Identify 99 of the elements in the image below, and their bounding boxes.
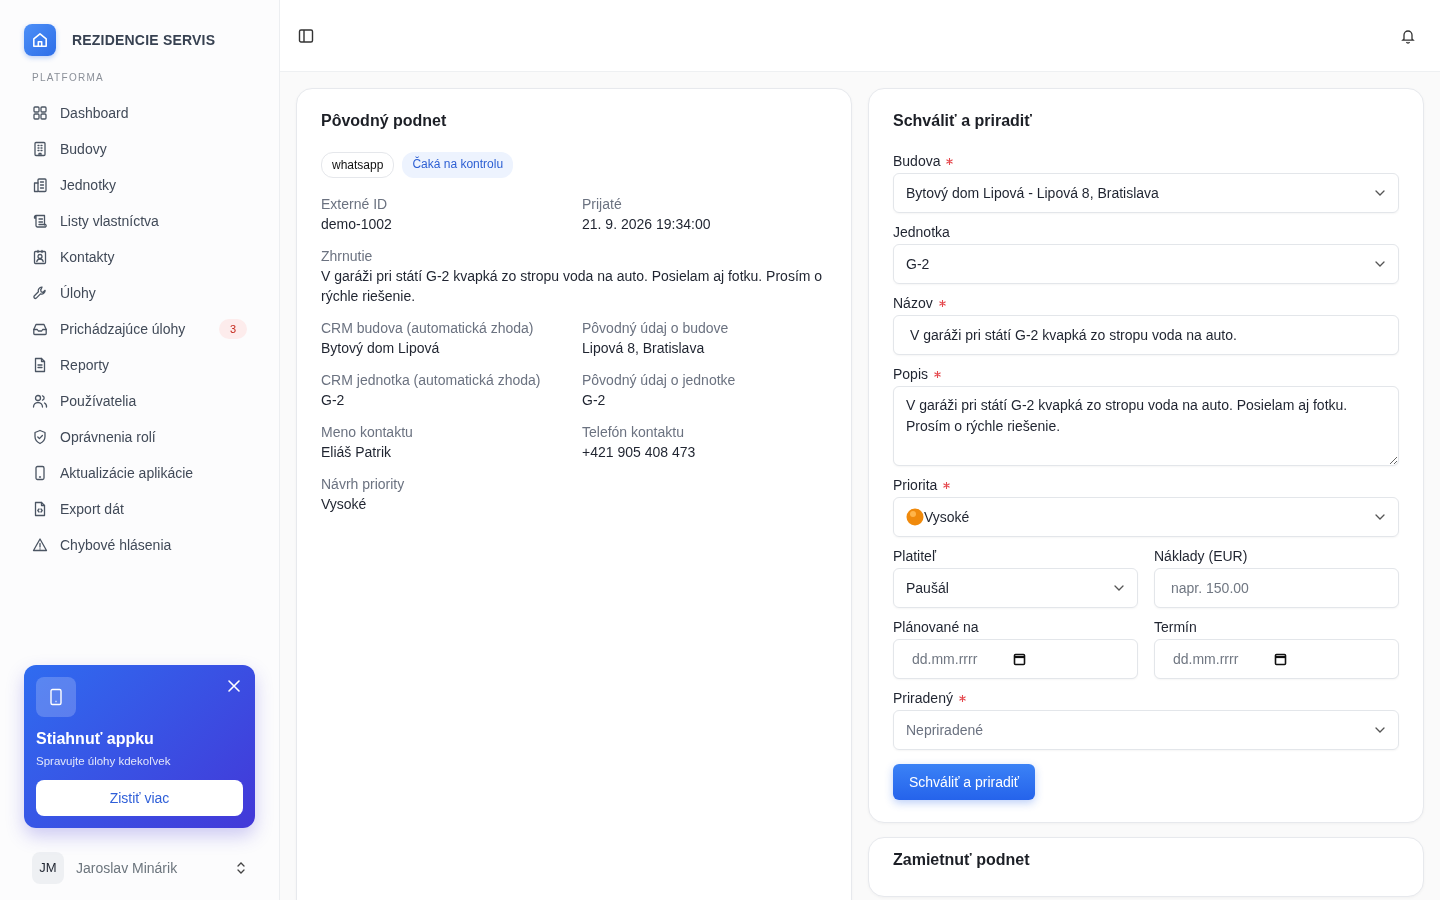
priority-dot-icon bbox=[906, 508, 924, 527]
inbox-icon bbox=[32, 321, 48, 337]
field-label: CRM budova (automatická zhoda) bbox=[321, 319, 535, 339]
field-value: 21. 9. 2026 19:34:00 bbox=[582, 215, 712, 235]
document-icon bbox=[32, 357, 48, 373]
required-asterisk-icon bbox=[934, 370, 942, 378]
date-field[interactable]: dd.mm.rrrr bbox=[1154, 639, 1399, 680]
field-label: Jednotka bbox=[893, 223, 950, 242]
close-icon[interactable] bbox=[227, 678, 241, 693]
sidebar-item[interactable]: Listy vlastníctva bbox=[24, 203, 255, 239]
field-label: Pôvodný údaj o budove bbox=[582, 319, 730, 339]
field-label: Priorita bbox=[893, 476, 938, 495]
sidebar-item[interactable]: Jednotky bbox=[24, 167, 255, 203]
field-label: Návrh priority bbox=[321, 475, 406, 495]
field-label: Telefón kontaktu bbox=[582, 423, 685, 443]
field-label: Priradený bbox=[893, 689, 953, 708]
sidebar-item[interactable]: Používatelia bbox=[24, 383, 255, 419]
sidebar-item[interactable]: Kontakty bbox=[24, 239, 255, 275]
app-logo-icon bbox=[24, 24, 56, 56]
card-title: Zamietnuť podnet bbox=[893, 850, 1031, 870]
warning-icon bbox=[32, 537, 48, 553]
text-input[interactable]: V garáži pri státí G-2 kvapká zo stropu voda na auto. bbox=[893, 315, 1399, 356]
field-value: Bytový dom Lipová bbox=[321, 339, 441, 359]
field-label: Externé ID bbox=[321, 195, 389, 215]
sidebar-item[interactable]: Chybové hlásenia bbox=[24, 527, 255, 563]
users-icon bbox=[32, 393, 48, 409]
contact-card-icon bbox=[32, 249, 48, 265]
building-icon bbox=[32, 141, 48, 157]
shield-check-icon bbox=[32, 429, 48, 445]
sidebar-item[interactable]: Reporty bbox=[24, 347, 255, 383]
notification-bell-icon[interactable] bbox=[1400, 27, 1416, 44]
wrench-icon bbox=[32, 285, 48, 301]
field-label: CRM jednotka (automatická zhoda) bbox=[321, 371, 542, 391]
channel-tag: whatsapp bbox=[321, 152, 395, 179]
brand-name: REZIDENCIE SERVIS bbox=[72, 30, 216, 50]
required-asterisk-icon bbox=[943, 481, 951, 489]
sidebar-toggle-icon[interactable] bbox=[298, 27, 314, 44]
user-avatar: JM bbox=[32, 852, 64, 884]
phone-icon bbox=[32, 465, 48, 481]
dashboard-grid-icon bbox=[32, 105, 48, 121]
chevron-down-icon bbox=[1374, 726, 1386, 735]
field-label: Popis bbox=[893, 365, 929, 384]
card-title: Pôvodný podnet bbox=[321, 111, 448, 131]
field-label: Platiteľ bbox=[893, 547, 936, 566]
status-badge: Čaká na kontrolu bbox=[402, 152, 514, 179]
required-asterisk-icon bbox=[958, 694, 966, 702]
sidebar-item[interactable]: Oprávnenia rolí bbox=[24, 419, 255, 455]
user-name[interactable]: Jaroslav Minárik bbox=[76, 857, 223, 879]
select-field[interactable]: G-2 bbox=[893, 244, 1399, 285]
field-label: Termín bbox=[1154, 618, 1197, 637]
field-label: Náklady (EUR) bbox=[1154, 547, 1248, 566]
field-value: G-2 bbox=[582, 391, 607, 411]
select-field[interactable]: Nepriradené bbox=[893, 710, 1399, 751]
sidebar-item[interactable]: Aktualizácie aplikácie bbox=[24, 455, 255, 491]
card-title: Schváliť a priradiť bbox=[893, 111, 1033, 131]
required-asterisk-icon bbox=[946, 157, 954, 165]
field-value: Eliáš Patrik bbox=[321, 443, 393, 463]
field-label: Meno kontaktu bbox=[321, 423, 414, 443]
chevron-down-icon bbox=[1374, 513, 1386, 522]
buildings-icon bbox=[32, 177, 48, 193]
sidebar-item[interactable]: Prichádzajúce úlohy 3 bbox=[24, 311, 255, 347]
section-heading: PLATFORMA bbox=[32, 71, 106, 85]
date-field[interactable]: dd.mm.rrrr bbox=[893, 639, 1138, 680]
calendar-icon[interactable] bbox=[1274, 653, 1287, 667]
chevron-down-icon bbox=[1374, 260, 1386, 269]
field-label: Pôvodný údaj o jednotke bbox=[582, 371, 737, 391]
promo-title: Stiahnuť appku bbox=[36, 728, 155, 749]
field-label: Budova bbox=[893, 152, 941, 171]
description-textarea[interactable]: V garáži pri státí G-2 kvapká zo stropu voda na auto. Posielam aj fotku. Prosím o rýchle riešenie. bbox=[893, 386, 1399, 467]
field-label: Názov bbox=[893, 294, 933, 313]
sidebar-item[interactable]: Úlohy bbox=[24, 275, 255, 311]
calendar-icon[interactable] bbox=[1013, 653, 1026, 667]
sidebar-item[interactable]: Export dát bbox=[24, 491, 255, 527]
priority-select[interactable]: Vysoké bbox=[893, 497, 1399, 538]
chevron-down-icon bbox=[1113, 584, 1125, 593]
tablet-icon bbox=[36, 676, 76, 717]
field-value: G-2 bbox=[321, 391, 346, 411]
sidebar-item[interactable]: Budovy bbox=[24, 131, 255, 167]
field-label: Plánované na bbox=[893, 618, 979, 637]
field-value: Lipová 8, Bratislava bbox=[582, 339, 706, 359]
field-label: Zhrnutie bbox=[321, 247, 374, 267]
sidebar-item[interactable]: Dashboard bbox=[24, 95, 255, 131]
field-value: Vysoké bbox=[321, 495, 368, 515]
field-value: demo-1002 bbox=[321, 215, 393, 235]
field-value: V garáži pri státí G-2 kvapká zo stropu voda na auto. Posielam aj fotku. Prosím o rýchle riešenie. bbox=[321, 267, 824, 307]
learn-more-button[interactable]: Zistiť viac bbox=[36, 780, 243, 816]
field-label: Prijaté bbox=[582, 195, 623, 215]
chevron-updown-icon[interactable] bbox=[235, 861, 247, 875]
scroll-icon bbox=[32, 213, 48, 229]
code-file-icon bbox=[32, 501, 48, 517]
select-field[interactable]: Paušál bbox=[893, 568, 1138, 609]
count-badge: 3 bbox=[219, 319, 247, 339]
promo-subtitle: Spravujte úlohy kdekoľvek bbox=[36, 753, 172, 769]
approve-button[interactable]: Schváliť a priradiť bbox=[893, 764, 1036, 801]
required-asterisk-icon bbox=[938, 299, 946, 307]
chevron-down-icon bbox=[1374, 189, 1386, 198]
text-input[interactable]: napr. 150.00 bbox=[1154, 568, 1399, 609]
field-value: +421 905 408 473 bbox=[582, 443, 697, 463]
select-field[interactable]: Bytový dom Lipová - Lipová 8, Bratislava bbox=[893, 173, 1399, 214]
